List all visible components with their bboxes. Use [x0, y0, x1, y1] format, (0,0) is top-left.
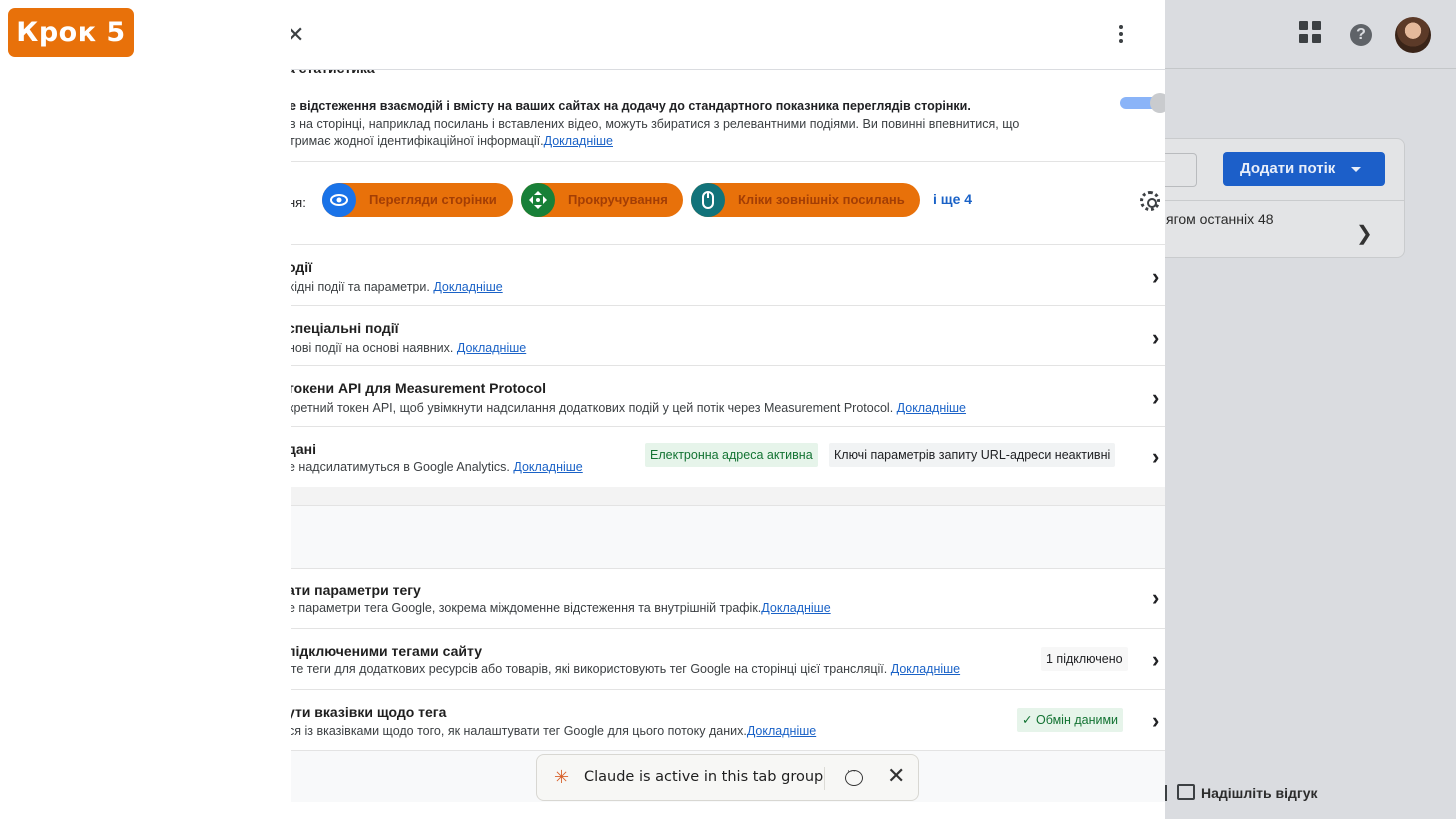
learn-more-link[interactable]: Докладніше: [747, 724, 816, 738]
enhanced-measurement-desc: е відстеження взаємодій і вмісту на ваши…: [291, 99, 971, 113]
more-options-icon[interactable]: [1117, 25, 1125, 46]
view-tag-instructions-row[interactable]: ути вказівки щодо тега ся із вказівками …: [291, 690, 1165, 750]
learn-more-link[interactable]: Докладніше: [897, 401, 966, 415]
learn-more-link[interactable]: Докладніше: [544, 134, 613, 148]
close-icon[interactable]: ✕: [291, 22, 304, 48]
learn-more-link[interactable]: Докладніше: [433, 280, 502, 294]
data-sharing-chip: ✓ Обмін даними: [1017, 708, 1124, 732]
add-stream-button[interactable]: Додати потік: [1223, 152, 1385, 186]
row-desc: хідні події та параметри. Докладніше: [291, 280, 503, 294]
row-title: токени API для Measurement Protocol: [291, 380, 546, 396]
stream-status-text: ягом останніх 48: [1166, 211, 1274, 227]
stream-details-panel: а статистика ✕ е відстеження взаємодій і…: [291, 0, 1165, 802]
claude-status-text: Claude is active in this tab group: [584, 769, 824, 785]
mouse-icon: [691, 183, 725, 217]
desc-text: тримає жодної ідентифікаційної інформаці…: [291, 134, 544, 148]
enhanced-measurement-desc: тримає жодної ідентифікаційної інформаці…: [291, 134, 613, 148]
gear-icon[interactable]: [1140, 191, 1160, 211]
modify-events-row[interactable]: одії хідні події та параметри. Докладніш…: [291, 245, 1165, 305]
row-desc: кретний токен API, щоб увімкнути надсила…: [291, 401, 967, 415]
help-icon[interactable]: ?: [1350, 24, 1372, 46]
enhanced-measurement-desc: в на сторінці, наприклад посилань і вста…: [291, 117, 1020, 131]
google-tag-section-header: [291, 505, 1165, 569]
measurement-protocol-row[interactable]: токени API для Measurement Protocol крет…: [291, 366, 1165, 426]
chip-label: Обмін даними: [1035, 713, 1119, 727]
step-badge: Крок 5: [8, 8, 134, 57]
eye-icon: [322, 183, 356, 217]
divider: [291, 161, 1165, 162]
feedback-icon: [1177, 784, 1195, 800]
row-title: одії: [291, 259, 313, 275]
pill-outbound-clicks: Кліки зовнішніх посилань: [691, 183, 920, 217]
create-custom-events-row[interactable]: спеціальні події нові події на основі на…: [291, 306, 1165, 366]
chevron-right-icon[interactable]: ›: [1152, 585, 1159, 611]
chevron-right-icon[interactable]: ›: [1152, 385, 1159, 411]
scroll-arrows-icon: [521, 183, 555, 217]
learn-more-link[interactable]: Докладніше: [513, 460, 582, 474]
divider: [1156, 200, 1404, 201]
row-title: ати параметри тегу: [291, 582, 421, 598]
enhanced-measurement-toggle[interactable]: [1120, 93, 1165, 113]
row-desc: е параметри тега Google, зокрема міждоме…: [291, 601, 831, 615]
chevron-right-icon[interactable]: ›: [1152, 647, 1159, 673]
separator: [1165, 785, 1167, 801]
chevron-right-icon[interactable]: ›: [1152, 708, 1159, 734]
pill-label: Кліки зовнішніх посилань: [738, 192, 905, 207]
streams-card: Додати потік ягом останніх 48 ❯: [1155, 138, 1405, 258]
row-title: дані: [291, 441, 317, 457]
separator: [824, 767, 825, 790]
redact-data-row[interactable]: дані е надсилатимуться в Google Analytic…: [291, 427, 1165, 487]
add-stream-label: Додати потік: [1240, 160, 1336, 177]
row-desc: нові події на основі наявних. Докладніше: [291, 341, 527, 355]
pill-scrolls: Прокручування: [521, 183, 683, 217]
claude-logo-icon: ✳: [554, 767, 570, 788]
section-gap: [291, 487, 1165, 505]
chevron-right-icon[interactable]: ›: [1152, 325, 1159, 351]
learn-more-link[interactable]: Докладніше: [457, 341, 526, 355]
email-active-chip: Електронна адреса активна: [645, 443, 818, 467]
pill-label: Прокручування: [568, 192, 668, 207]
pill-page-views: Перегляди сторінки: [322, 183, 513, 217]
connected-count-chip: 1 підключено: [1041, 647, 1128, 671]
close-icon[interactable]: ✕: [887, 764, 905, 789]
feedback-label: Надішліть відгук: [1201, 785, 1318, 801]
top-bar: ?: [1165, 0, 1456, 69]
row-title: спеціальні події: [291, 320, 399, 336]
measuring-label: ня:: [291, 195, 306, 210]
send-feedback-link[interactable]: Надішліть відгук: [1165, 784, 1317, 801]
claude-status-bar: ✳ Claude is active in this tab group ✕: [536, 754, 919, 801]
learn-more-link[interactable]: Докладніше: [761, 601, 830, 615]
row-desc: іте теги для додаткових ресурсів або тов…: [291, 662, 961, 676]
check-icon: ✓: [1022, 713, 1033, 727]
row-title: ути вказівки щодо тега: [291, 704, 447, 720]
background-page: ? Додати потік ягом останніх 48 ❯ Надішл…: [1155, 0, 1456, 819]
apps-grid-icon[interactable]: [1299, 21, 1321, 47]
more-events-link[interactable]: і ще 4: [933, 191, 972, 207]
chat-icon[interactable]: [845, 767, 863, 786]
configure-tag-settings-row[interactable]: ати параметри тегу е параметри тега Goog…: [291, 568, 1165, 628]
chevron-right-icon[interactable]: ❯: [1356, 221, 1373, 246]
chevron-right-icon[interactable]: ›: [1152, 444, 1159, 470]
chevron-right-icon[interactable]: ›: [1152, 264, 1159, 290]
url-params-chip: Ключі параметрів запиту URL-адреси неакт…: [829, 443, 1116, 467]
row-desc: е надсилатимуться в Google Analytics. До…: [291, 460, 583, 474]
dropdown-caret-icon: [1351, 167, 1361, 172]
left-blank-area: [0, 0, 291, 819]
row-title: підключеними тегами сайту: [291, 643, 483, 659]
learn-more-link[interactable]: Докладніше: [891, 662, 960, 676]
row-desc: ся із вказівками щодо того, як налаштува…: [291, 724, 817, 738]
manage-connected-tags-row[interactable]: підключеними тегами сайту іте теги для д…: [291, 629, 1165, 689]
avatar[interactable]: [1395, 17, 1431, 53]
pill-label: Перегляди сторінки: [369, 192, 497, 207]
panel-header: ✕: [291, 0, 1165, 70]
